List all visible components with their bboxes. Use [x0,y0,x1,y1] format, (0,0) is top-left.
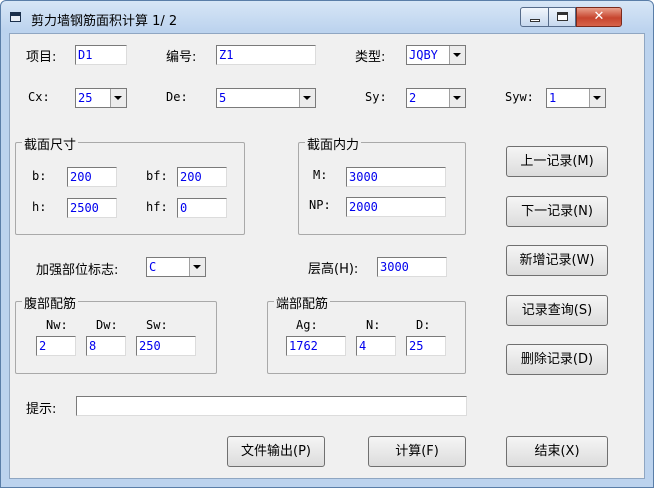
window-title: 剪力墙钢筋面积计算 1/ 2 [31,14,178,29]
syw-label: Syw: [505,90,534,104]
b-input[interactable]: 200 [67,167,117,187]
syw-select[interactable]: 1 [546,88,606,108]
np-label: NP: [309,198,331,212]
export-file-button[interactable]: 文件输出(P) [227,436,325,467]
chevron-down-icon[interactable] [189,258,205,276]
de-label: De: [166,90,188,104]
floor-height-label: 层高(H): [308,262,359,277]
bf-label: bf: [146,169,168,183]
n-input[interactable]: 4 [356,336,396,356]
query-record-button[interactable]: 记录查询(S) [506,295,608,326]
hf-label: hf: [146,200,168,214]
h-input[interactable]: 2500 [67,198,117,218]
maximize-button[interactable] [548,7,576,27]
number-label: 编号: [166,50,197,65]
section-size-group: 截面尺寸 [15,134,245,235]
cx-label: Cx: [28,90,50,104]
chevron-down-icon[interactable] [589,89,605,107]
hint-field [76,396,467,416]
type-value: JQBY [409,48,438,62]
de-value: 5 [219,91,227,105]
close-button[interactable] [576,7,622,27]
dw-input[interactable]: 8 [86,336,126,356]
app-window-icon[interactable] [10,12,21,22]
nw-input[interactable]: 2 [36,336,76,356]
type-label: 类型: [355,50,386,65]
np-input[interactable]: 2000 [346,197,446,217]
sy-select[interactable]: 2 [406,88,466,108]
chevron-down-icon[interactable] [110,89,126,107]
chevron-down-icon[interactable] [449,46,465,64]
nw-label: Nw: [46,318,68,332]
minimize-button[interactable] [520,7,549,27]
section-force-group: 截面内力 [298,134,466,235]
section-force-title: 截面内力 [305,134,362,153]
prev-record-button[interactable]: 上一记录(M) [506,146,608,177]
chevron-down-icon[interactable] [299,89,315,107]
cx-value: 25 [78,91,93,105]
h-label: h: [32,200,47,214]
calculate-button[interactable]: 计算(F) [368,436,466,467]
sw-label: Sw: [146,318,168,332]
type-select[interactable]: JQBY [406,45,466,65]
chevron-down-icon[interactable] [449,89,465,107]
n-label: N: [366,318,381,332]
hint-label: 提示: [26,402,57,417]
add-record-button[interactable]: 新增记录(W) [506,245,608,276]
section-size-title: 截面尺寸 [22,134,79,153]
title-bar[interactable]: 剪力墙钢筋面积计算 1/ 2 [1,1,653,33]
sy-value: 2 [409,91,417,105]
syw-value: 1 [549,91,557,105]
d-input[interactable]: 25 [406,336,446,356]
de-select[interactable]: 5 [216,88,316,108]
ag-label: Ag: [296,318,318,332]
reinforce-value: C [149,260,157,274]
bf-input[interactable]: 200 [177,167,227,187]
next-record-button[interactable]: 下一记录(N) [506,196,608,227]
dialog-body: 项目: D1 编号: Z1 类型: JQBY Cx: 25 De: 5 Sy: … [9,33,645,479]
dw-label: Dw: [96,318,118,332]
cx-select[interactable]: 25 [75,88,127,108]
hf-input[interactable]: 0 [177,198,227,218]
web-rebar-title: 腹部配筋 [22,293,79,312]
floor-height-input[interactable]: 3000 [377,257,447,277]
ag-input[interactable]: 1762 [286,336,346,356]
project-input[interactable]: D1 [75,45,127,65]
delete-record-button[interactable]: 删除记录(D) [506,344,608,375]
number-input[interactable]: Z1 [216,45,316,65]
d-label: D: [416,318,431,332]
reinforce-label: 加强部位标志: [36,263,119,278]
end-rebar-title: 端部配筋 [274,293,331,312]
sy-label: Sy: [365,90,387,104]
m-input[interactable]: 3000 [346,167,446,187]
b-label: b: [32,169,47,183]
reinforce-select[interactable]: C [146,257,206,277]
main-window: 剪力墙钢筋面积计算 1/ 2 项目: D1 编号: Z1 类型: JQBY Cx… [0,0,654,488]
sw-input[interactable]: 250 [136,336,196,356]
m-label: M: [313,168,328,182]
project-label: 项目: [26,50,57,65]
exit-button[interactable]: 结束(X) [506,436,608,467]
